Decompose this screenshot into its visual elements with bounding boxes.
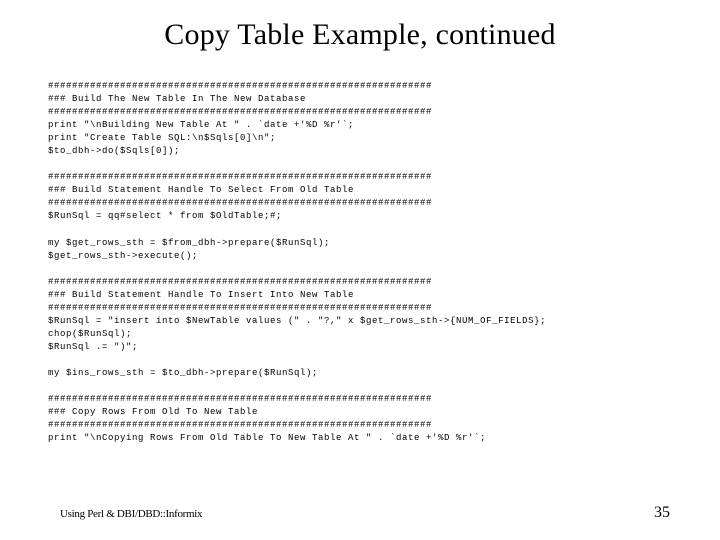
footer-text: Using Perl & DBI/DBD::Informix xyxy=(60,508,202,520)
slide: Copy Table Example, continued ##########… xyxy=(0,0,720,540)
page-number: 35 xyxy=(654,504,670,522)
code-block: ########################################… xyxy=(48,80,688,445)
slide-title: Copy Table Example, continued xyxy=(0,18,720,52)
